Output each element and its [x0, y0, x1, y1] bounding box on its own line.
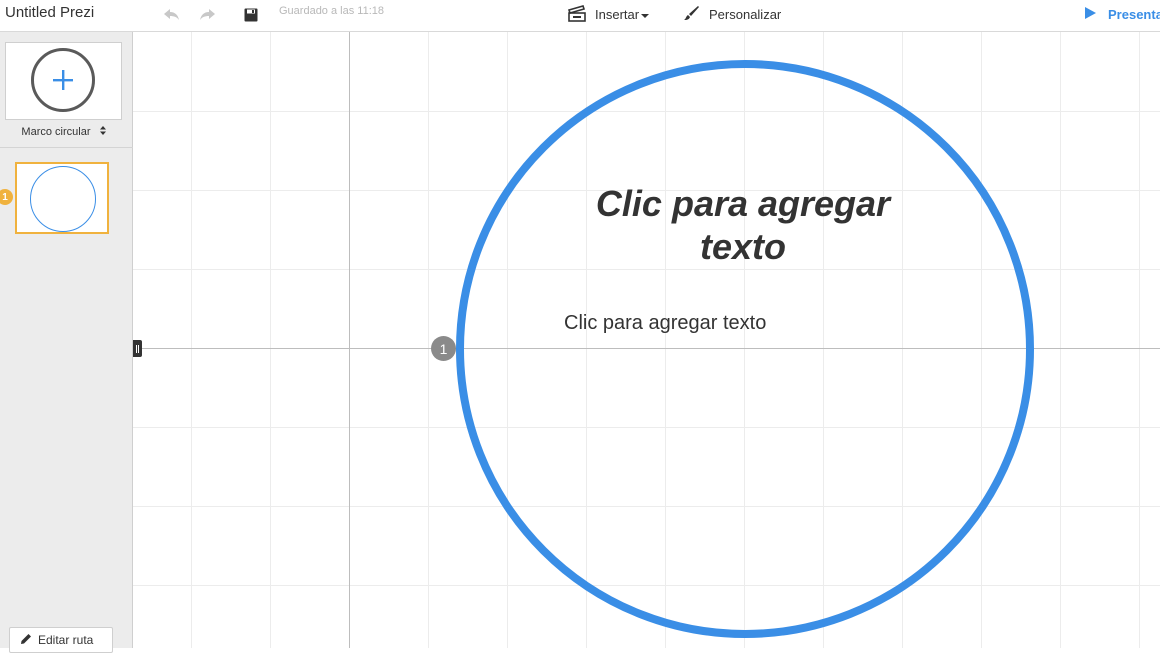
- present-button[interactable]: Presentar: [1083, 3, 1160, 25]
- grid-line: [1139, 32, 1140, 648]
- customize-button[interactable]: Personalizar: [683, 3, 781, 25]
- grid-line: [270, 32, 271, 648]
- insert-label: Insertar: [595, 6, 640, 22]
- frame-body-placeholder[interactable]: Clic para agregar texto: [564, 312, 766, 335]
- frame-title-line-1: Clic para agregar: [595, 183, 891, 224]
- save-icon[interactable]: [240, 4, 262, 26]
- frame-title-placeholder[interactable]: Clic para agregar texto: [563, 182, 923, 268]
- grid-line: [428, 32, 429, 648]
- top-toolbar: Untitled Prezi Guardado a las 11:18 Inse…: [0, 0, 1160, 32]
- edit-path-button[interactable]: Editar ruta: [9, 627, 113, 653]
- frames-sidebar: Marco circular 1 Editar ruta: [0, 32, 133, 653]
- frame-thumbnail[interactable]: [15, 162, 109, 234]
- frame-type-selector[interactable]: Marco circular: [0, 126, 127, 138]
- sort-arrows-icon: [99, 126, 106, 138]
- insert-icon: [567, 4, 587, 25]
- sidebar-divider: [0, 147, 133, 148]
- prezi-canvas[interactable]: Clic para agregar texto Clic para agrega…: [133, 32, 1160, 648]
- chevron-down-icon: [641, 7, 650, 22]
- frame-title-line-2: texto: [699, 226, 786, 267]
- sidebar-resize-handle[interactable]: [133, 340, 142, 357]
- circular-frame[interactable]: [456, 60, 1034, 638]
- grid-line: [191, 32, 192, 648]
- add-frame-button[interactable]: [5, 42, 122, 120]
- brush-icon: [683, 4, 701, 25]
- save-status: Guardado a las 11:18: [279, 5, 384, 17]
- redo-icon[interactable]: [196, 4, 218, 26]
- insert-menu-button[interactable]: Insertar: [567, 3, 650, 25]
- thumbnail-number-badge: 1: [0, 189, 13, 205]
- edit-path-label: Editar ruta: [38, 633, 94, 647]
- path-step-badge[interactable]: 1: [431, 336, 456, 361]
- canvas-axis-vertical: [349, 32, 350, 648]
- pencil-icon: [20, 633, 32, 648]
- customize-label: Personalizar: [709, 6, 782, 22]
- present-label: Presentar: [1108, 6, 1160, 22]
- prezi-title[interactable]: Untitled Prezi: [5, 4, 94, 21]
- play-icon: [1083, 6, 1097, 23]
- undo-icon[interactable]: [161, 4, 183, 26]
- grid-line: [1060, 32, 1061, 648]
- plus-icon: [31, 48, 95, 112]
- thumbnail-circle-frame: [30, 166, 96, 232]
- frame-type-label: Marco circular: [21, 126, 91, 138]
